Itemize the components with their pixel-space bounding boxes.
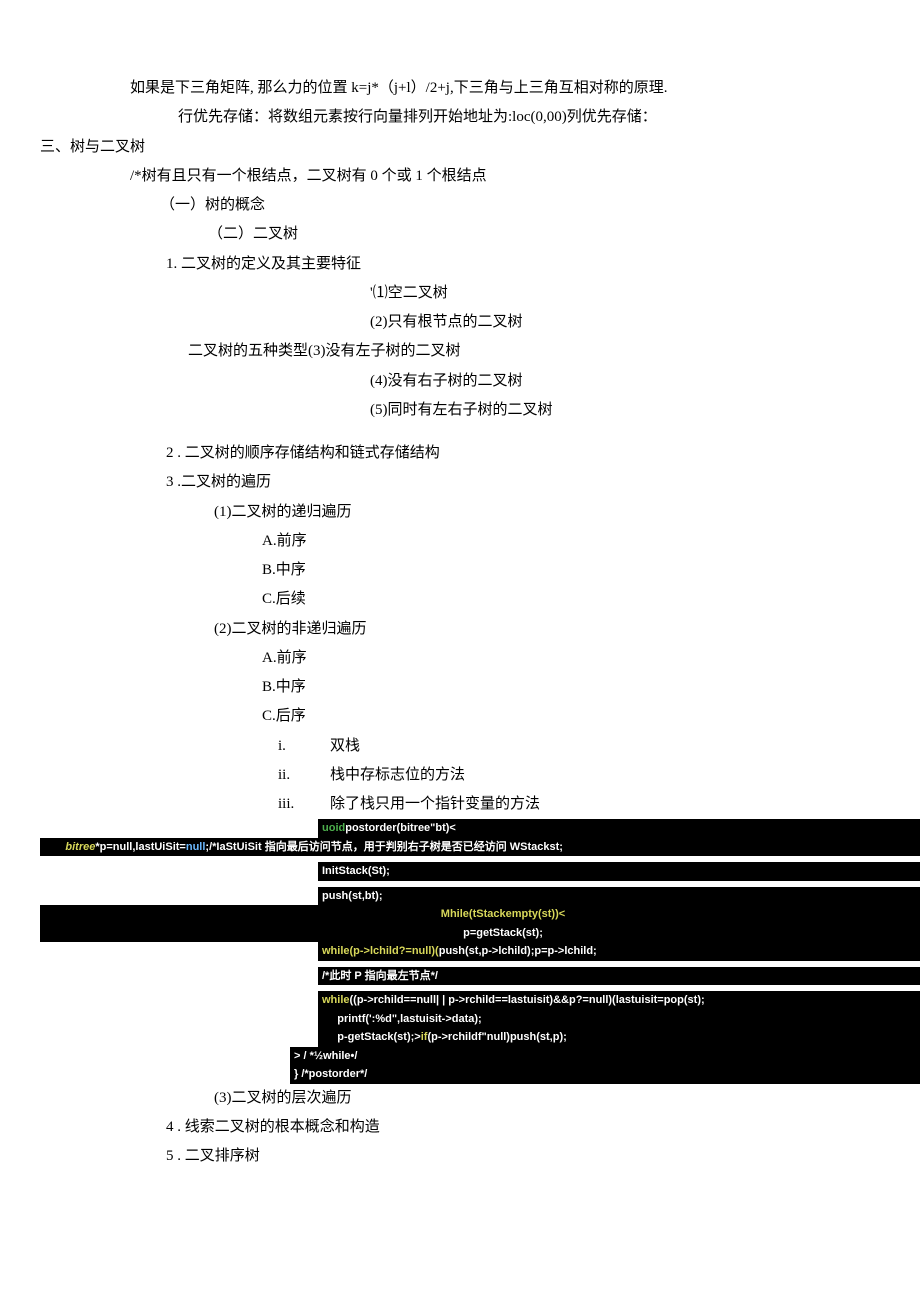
paragraph: 行优先存储：将数组元素按行向量排列开始地址为:loc(0,00)列优先存储：	[40, 103, 880, 132]
code-line: } /*postorder*/	[290, 1065, 920, 1084]
roman-text: 双栈	[330, 732, 360, 761]
roman-numeral: ii.	[278, 761, 330, 790]
list-item: 3 .二叉树的遍历	[40, 468, 880, 497]
tree-type-item: (5)同时有左右子树的二叉树	[40, 396, 880, 425]
list-item: 2 . 二叉树的顺序存储结构和链式存储结构	[40, 439, 880, 468]
roman-numeral: i.	[278, 732, 330, 761]
tree-types-row: 二叉树的五种类型(3)没有左子树的二叉树	[40, 337, 880, 366]
code-block: uoidpostorder(bitree"bt)< bitree*p=null,…	[318, 819, 920, 1084]
roman-list: i. 双栈 ii. 栈中存标志位的方法 iii. 除了栈只用一个指针变量的方法	[40, 732, 880, 820]
roman-text: 除了栈只用一个指针变量的方法	[330, 790, 540, 819]
code-line: /*此时 P 指向最左节点*/	[318, 967, 920, 986]
code-line: InitStack(St);	[318, 862, 920, 881]
subheading: （一）树的概念	[40, 191, 880, 220]
code-line: while((p->rchild==null| | p->rchild==las…	[318, 991, 920, 1010]
types-label: 二叉树的五种类型	[188, 343, 308, 359]
roman-numeral: iii.	[278, 790, 330, 819]
roman-item: iii. 除了栈只用一个指针变量的方法	[278, 790, 880, 819]
tree-type-item: (2)只有根节点的二叉树	[40, 308, 880, 337]
code-line: > / *½while•/	[290, 1047, 920, 1066]
list-item: B.中序	[40, 673, 880, 702]
section-heading: 三、树与二叉树	[40, 133, 880, 162]
code-line: push(st,bt);	[318, 887, 920, 906]
code-line: p=getStack(st);	[40, 924, 920, 943]
list-item: (1)二叉树的递归遍历	[40, 498, 880, 527]
code-line: bitree*p=null,lastUiSit=null;/*IaStUiSit…	[40, 838, 920, 857]
document-page: 如果是下三角矩阵, 那么力的位置 k=j*（j+l）/2+j,下三角与上三角互相…	[0, 0, 920, 1212]
list-item: (2)二叉树的非递归遍历	[40, 615, 880, 644]
tree-type-item: (3)没有左子树的二叉树	[308, 343, 461, 359]
roman-item: i. 双栈	[278, 732, 880, 761]
roman-item: ii. 栈中存标志位的方法	[278, 761, 880, 790]
roman-text: 栈中存标志位的方法	[330, 761, 465, 790]
note-comment: /*树有且只有一个根结点，二叉树有 0 个或 1 个根结点	[40, 162, 880, 191]
code-line: printf(':%d",lastuisit->data);	[318, 1010, 920, 1029]
list-item: 1. 二叉树的定义及其主要特征	[40, 250, 880, 279]
list-item: B.中序	[40, 556, 880, 585]
code-line: while(p->lchild?=null)(push(st,p->lchild…	[318, 942, 920, 961]
list-item: A.前序	[40, 644, 880, 673]
paragraph: 如果是下三角矩阵, 那么力的位置 k=j*（j+l）/2+j,下三角与上三角互相…	[40, 74, 880, 103]
list-item: (3)二叉树的层次遍历	[40, 1084, 880, 1113]
list-item: A.前序	[40, 527, 880, 556]
code-line: Mhile(tStackempty(st))<	[40, 905, 920, 924]
tree-type-item: (4)没有右子树的二叉树	[40, 367, 880, 396]
list-item: C.后续	[40, 585, 880, 614]
code-line: uoidpostorder(bitree"bt)<	[318, 819, 920, 838]
list-item: 4 . 线索二叉树的根本概念和构造	[40, 1113, 880, 1142]
list-item: 5 . 二叉排序树	[40, 1142, 880, 1171]
subheading: （二）二叉树	[40, 220, 880, 249]
code-line: p-getStack(st);>if(p->rchildf"null)push(…	[318, 1028, 920, 1047]
list-item: C.后序	[40, 702, 880, 731]
tree-type-item: '⑴空二叉树	[40, 279, 880, 308]
